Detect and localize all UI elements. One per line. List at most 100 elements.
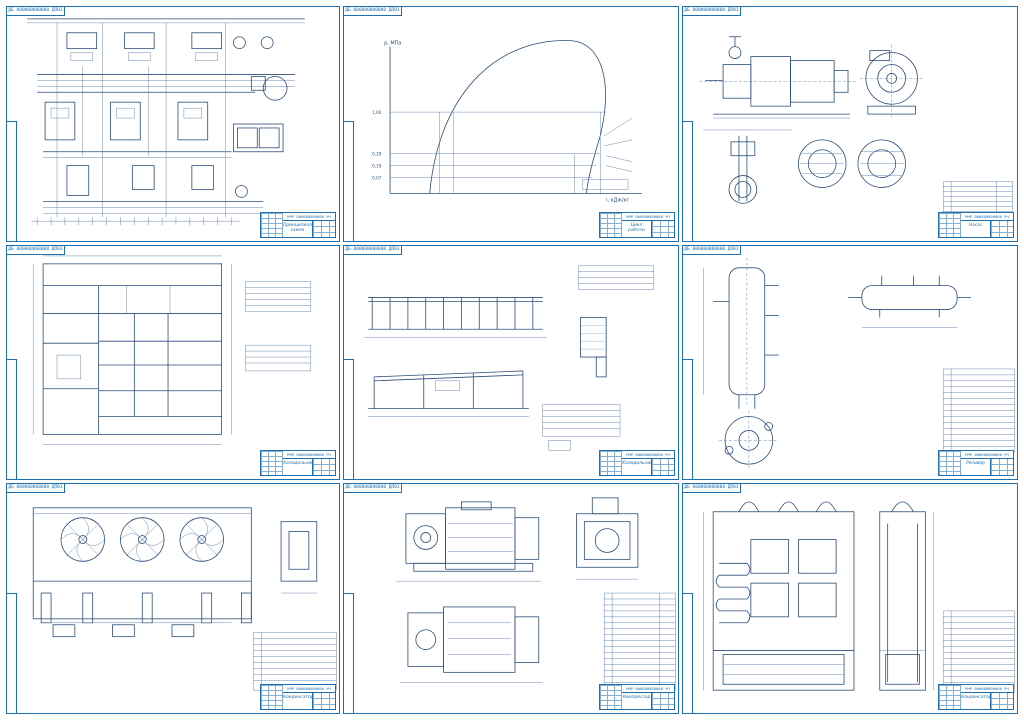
cycle-legend-box (582, 179, 629, 190)
sheet-building-sections[interactable]: ДБ 000000000000 ДП03 МЧР 000000000000 ЧЧ… (343, 245, 679, 480)
sheet-code-tag: ДБ 000000000000 ДП03 (683, 484, 741, 493)
section-1-1 (364, 297, 547, 338)
building-sections-drawing (364, 265, 654, 451)
title-block-title: Холодильник (622, 458, 652, 475)
fan-3-icon (179, 517, 224, 562)
sheet-pump[interactable]: ДБ 000000000000 ДП03 МЧР 000000000000 ЧЧ… (682, 6, 1018, 242)
side-strip (683, 359, 693, 479)
air-cooler-side-view (280, 521, 318, 594)
title-block-cells (652, 458, 674, 475)
title-block: МЧР 000000000000 ЧЧ Ресивер (938, 450, 1014, 476)
title-block-grid (939, 685, 961, 709)
side-strip (7, 121, 17, 241)
title-block-cells (991, 220, 1013, 237)
cycle-y-axis-label: p, МПа (384, 41, 401, 47)
sheet-code-tag: ДБ 000000000000 ДП03 (344, 484, 402, 493)
title-block-title: Ресивер (961, 458, 991, 475)
title-block-grid (600, 213, 622, 237)
air-cooler-parts-table (253, 632, 337, 691)
title-block-cells (313, 692, 335, 709)
title-block: МЧР 000000000000 ЧЧ Холодильник (260, 450, 336, 476)
side-strip (344, 121, 354, 241)
receiver-horizontal-view (848, 275, 971, 328)
receiver-vertical-view (703, 257, 779, 409)
cycle-diagram-drawing: p, МПа i, кДж/кг 1,60 0,29 0,19 0,07 (372, 40, 642, 203)
side-strip (344, 359, 354, 479)
schematic-drawing (27, 18, 305, 226)
floor-layers-legend (542, 404, 621, 451)
title-block: МЧР 000000000000 ЧЧ Холодильник (599, 450, 675, 476)
receiver-drawing (703, 257, 1015, 471)
roof-layers-legend (578, 265, 654, 290)
schematic-verticals (56, 22, 226, 218)
sheet-compressor[interactable]: ДБ 000000000000 ДП03 МЧР 000000000000 ЧЧ… (343, 483, 679, 714)
schematic-lower-group (43, 151, 264, 214)
sheet-condenser[interactable]: ДБ 000000000000 ДП03 МЧР 000000000000 ЧЧ… (682, 483, 1018, 714)
cycle-x-axis-label: i, кДж/кг (606, 197, 629, 203)
sheet-receiver[interactable]: ДБ 000000000000 ДП03 МЧР 000000000000 ЧЧ… (682, 245, 1018, 480)
compressor-top-view (399, 606, 543, 683)
drawing-board: ДБ 000000000000 ДП03 МЧР 000000000000 ЧЧ… (0, 0, 1024, 720)
title-block-cells (991, 692, 1013, 709)
sheet-cycle-diagram[interactable]: p, МПа i, кДж/кг 1,60 0,29 0,19 0,07 ДБ … (343, 6, 679, 242)
fan-1-icon (60, 517, 105, 562)
condenser-front-view (703, 501, 855, 691)
pressure-tick-4: 0,07 (372, 176, 382, 181)
pump-section-c (857, 139, 906, 188)
sheet-floor-plan[interactable]: ДБ 000000000000 ДП03 МЧР 000000000000 ЧЧ… (6, 245, 340, 480)
receiver-parts-table (942, 368, 1015, 453)
condenser-side-view (879, 501, 934, 691)
title-block-title: Компрессор (622, 692, 652, 709)
floor-plan-drawing (32, 255, 312, 445)
section-2-2 (368, 370, 529, 417)
pump-section-b (798, 139, 847, 188)
title-block-title: Холодильник (283, 458, 313, 475)
title-block-cells (652, 220, 674, 237)
side-strip (7, 593, 17, 713)
sheet-air-cooler[interactable]: ДБ 000000000000 ДП03 МЧР 000000000000 ЧЧ… (6, 483, 340, 714)
sheet-code-tag: ДБ 000000000000 ДП03 (7, 246, 65, 255)
title-block: МЧР 000000000000 ЧЧ Цикл работы (599, 212, 675, 238)
pressure-tick-3: 0,19 (372, 164, 382, 169)
sheet-code-tag: ДБ 000000000000 ДП03 (683, 246, 741, 255)
pump-end-view (859, 44, 924, 119)
title-block-grid (600, 685, 622, 709)
title-block-grid (261, 685, 283, 709)
pump-side-view (699, 36, 858, 119)
sheet-code-tag: ДБ 000000000000 ДП03 (7, 7, 65, 16)
sheet-schematic[interactable]: ДБ 000000000000 ДП03 МЧР 000000000000 ЧЧ… (6, 6, 340, 242)
pump-parts-table (942, 181, 1013, 216)
side-strip (683, 593, 693, 713)
sheet-code-tag: ДБ 000000000000 ДП03 (344, 246, 402, 255)
condenser-drawing (703, 501, 1015, 693)
title-block-grid (600, 451, 622, 475)
side-strip (7, 359, 17, 479)
title-block-grid (939, 451, 961, 475)
title-block: МЧР 000000000000 ЧЧ Насос (938, 212, 1014, 238)
title-block-title: Насос (961, 220, 991, 237)
floor-plan-legend (245, 281, 312, 372)
side-strip (683, 121, 693, 241)
title-block-grid (261, 213, 283, 237)
title-block-grid (261, 451, 283, 475)
sheet-code-tag: ДБ 000000000000 ДП03 (7, 484, 65, 493)
title-block-title: Цикл работы (622, 220, 652, 237)
sheet-code-tag: ДБ 000000000000 ДП03 (344, 7, 402, 16)
title-block-cells (652, 692, 674, 709)
title-block: МЧР 000000000000 ЧЧ Конденсатор (938, 684, 1014, 710)
saturation-dome (429, 40, 606, 194)
compressor-drawing (396, 497, 676, 691)
title-block-title: Конденсатор (283, 692, 313, 709)
pump-section-a (703, 129, 793, 204)
title-block-title: Конденсатор (961, 692, 991, 709)
fan-2-icon (120, 517, 165, 562)
sheet-code-tag: ДБ 000000000000 ДП03 (683, 7, 741, 16)
side-strip (344, 593, 354, 713)
title-block-grid (939, 213, 961, 237)
title-block-cells (313, 458, 335, 475)
title-block: МЧР 000000000000 ЧЧ Компрессор (599, 684, 675, 710)
compressor-parts-table (603, 592, 676, 691)
pump-drawing (699, 36, 1013, 216)
title-block-title: Принципиальная схема (283, 220, 313, 237)
title-block-cells (991, 458, 1013, 475)
